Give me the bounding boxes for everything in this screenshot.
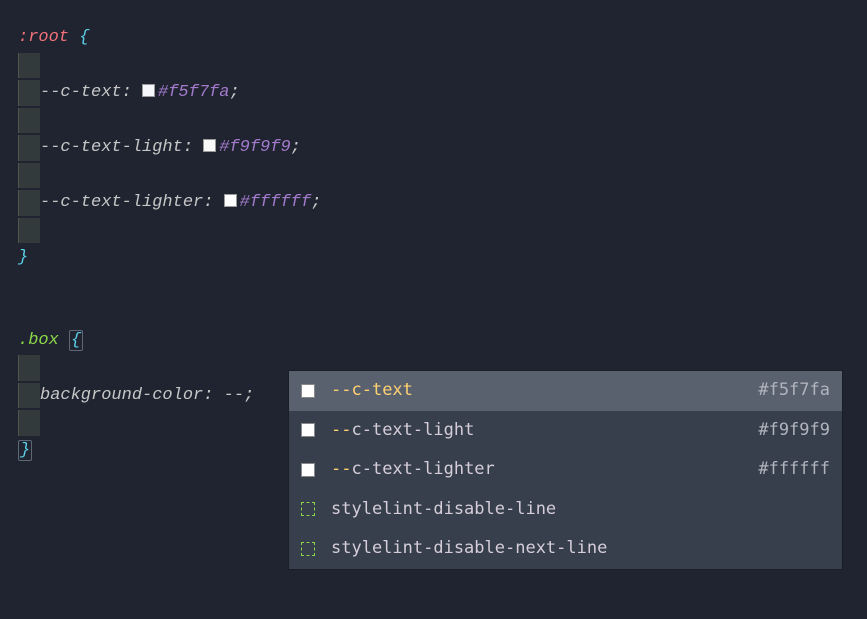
indent-guide <box>18 355 40 381</box>
autocomplete-label: --c-text-lighter <box>331 457 758 483</box>
autocomplete-item[interactable]: --c-text #f5f7fa <box>289 371 842 411</box>
indent-guide <box>18 218 40 244</box>
code-line-blank[interactable] <box>18 273 867 299</box>
snippet-icon <box>301 542 315 556</box>
color-swatch-icon <box>301 463 315 477</box>
indent-guide <box>18 410 40 436</box>
autocomplete-label: stylelint-disable-next-line <box>331 536 830 562</box>
color-swatch-icon <box>142 84 155 97</box>
brace-close: } <box>18 248 28 267</box>
autocomplete-label: --c-text-light <box>331 418 758 444</box>
hex-value: #f9f9f9 <box>219 138 290 157</box>
code-line[interactable]: --c-text: #f5f7fa; <box>18 80 867 106</box>
indent-guide <box>18 190 40 216</box>
indent-guide <box>18 163 40 189</box>
code-line-blank[interactable] <box>18 163 867 189</box>
color-swatch-icon <box>301 423 315 437</box>
partial-value: -- <box>224 386 244 405</box>
brace-close-matched: } <box>18 440 32 461</box>
code-line-blank[interactable] <box>18 300 867 326</box>
autocomplete-item[interactable]: --c-text-light #f9f9f9 <box>289 411 842 451</box>
code-line[interactable]: --c-text-light: #f9f9f9; <box>18 135 867 161</box>
code-line[interactable]: } <box>18 245 867 271</box>
autocomplete-value: #f9f9f9 <box>758 418 830 444</box>
hex-value: #ffffff <box>240 193 311 212</box>
snippet-icon <box>301 502 315 516</box>
indent-guide <box>18 80 40 106</box>
autocomplete-label: --c-text <box>331 378 758 404</box>
code-line[interactable]: :root { <box>18 25 867 51</box>
indent-guide <box>18 383 40 409</box>
code-line-blank[interactable] <box>18 218 867 244</box>
css-var-name: --c-text-lighter <box>40 193 203 212</box>
color-swatch-icon <box>203 139 216 152</box>
autocomplete-popup: --c-text #f5f7fa --c-text-light #f9f9f9 … <box>288 370 843 570</box>
css-property: background-color <box>40 386 203 405</box>
autocomplete-item[interactable]: stylelint-disable-line <box>289 490 842 530</box>
brace-open-matched: { <box>69 330 83 351</box>
autocomplete-value: #ffffff <box>758 457 830 483</box>
selector-class: .box <box>18 331 59 350</box>
indent-guide <box>18 108 40 134</box>
code-line[interactable]: .box { <box>18 328 867 354</box>
hex-value: #f5f7fa <box>158 83 229 102</box>
selector-pseudo: :root <box>18 28 69 47</box>
code-line-blank[interactable] <box>18 53 867 79</box>
code-line[interactable]: --c-text-lighter: #ffffff; <box>18 190 867 216</box>
indent-guide <box>18 53 40 79</box>
css-var-name: --c-text <box>40 83 122 102</box>
autocomplete-label: stylelint-disable-line <box>331 497 830 523</box>
indent-guide <box>18 135 40 161</box>
css-var-name: --c-text-light <box>40 138 183 157</box>
brace-open: { <box>79 28 89 47</box>
color-swatch-icon <box>224 194 237 207</box>
color-swatch-icon <box>301 384 315 398</box>
code-line-blank[interactable] <box>18 108 867 134</box>
autocomplete-item[interactable]: --c-text-lighter #ffffff <box>289 450 842 490</box>
autocomplete-item[interactable]: stylelint-disable-next-line <box>289 529 842 569</box>
autocomplete-value: #f5f7fa <box>758 378 830 404</box>
